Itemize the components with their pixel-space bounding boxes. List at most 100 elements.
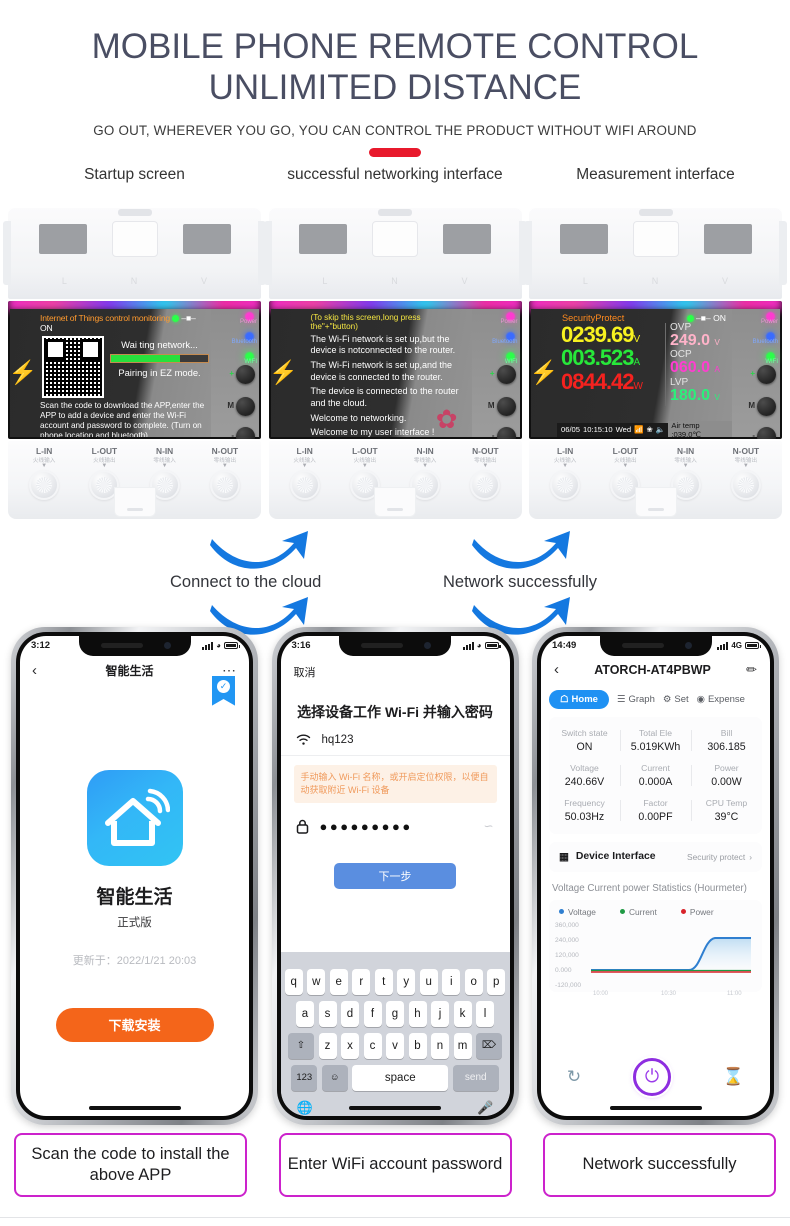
nav-title: 智能生活 [105,664,154,679]
device-interface-row[interactable]: ▦ Device Interface Security protect › [549,841,762,872]
shift-key[interactable]: ⇧ [288,1032,314,1059]
terminal-l-in: L-IN 火线输入 ▼ [18,446,70,500]
minus-button[interactable] [496,426,516,439]
key-m[interactable]: m [453,1032,472,1059]
emoji-key[interactable]: ☺ [321,1064,348,1091]
numbers-key[interactable]: 123 [291,1064,318,1091]
metric-current: Current 0.000A [620,758,691,793]
key-s[interactable]: s [318,1000,337,1027]
phone1-screen: 3:12 ◕ ‹ 智能生活 ⋯ ✓ 智能生活 正式版 更新于：2022/1/21… [20,635,249,1116]
m-button[interactable] [236,396,255,416]
key-h[interactable]: h [408,1000,427,1027]
metric-switch-state: Switch state ON [561,727,608,753]
key-l[interactable]: l [476,1000,494,1027]
tab-set[interactable]: ⚙ Set [663,694,689,705]
key-n[interactable]: n [431,1032,449,1059]
hourglass-icon[interactable]: ⌛ [723,1067,744,1087]
next-step-button[interactable]: 下一步 [334,862,456,889]
speaker-icon: 🔈 [655,425,666,435]
m-button[interactable] [496,396,516,416]
tab-expense[interactable]: ◉ Expense [697,694,745,705]
key-f[interactable]: f [363,1000,382,1027]
phone3-screen: 14:49 4G ‹ ATORCH-AT4PBWP ✏ ☖ Home ☰ Graph… [541,635,770,1116]
verified-check-icon: ✓ [217,679,230,693]
onscreen-keyboard[interactable]: q w e r t y u i o p a s d f g h j k l ⇧ … [280,951,510,1116]
key-b[interactable]: b [408,1032,427,1059]
limit-lvp: LVP 180.0 V [670,377,720,405]
timer-icon[interactable]: ↻ [567,1067,581,1087]
wifi-led-label: WIFI [765,358,778,365]
key-g[interactable]: g [386,1000,404,1027]
space-key[interactable]: space [352,1064,449,1091]
password-field[interactable]: ●●●●●●●●● ∽ [281,803,510,842]
globe-icon[interactable]: 🌐 [297,1100,313,1116]
plus-button[interactable] [236,364,255,384]
metrics-row: Frequency 50.03Hz Factor 0.00PF CPU Temp 39… [549,793,762,828]
cancel-button[interactable]: 取消 [281,656,510,680]
key-p[interactable]: p [487,968,506,995]
chevron-left-icon[interactable]: ‹ [554,661,559,678]
key-t[interactable]: t [374,968,393,995]
key-o[interactable]: o [464,968,483,995]
home-indicator[interactable] [349,1105,441,1110]
screw-terminal [550,469,581,500]
microphone-icon[interactable]: 🎤 [477,1100,493,1116]
ssid-field[interactable]: hq123 [280,722,510,756]
pencil-icon[interactable]: ✏ [746,662,757,678]
key-x[interactable]: x [341,1032,359,1059]
bolt-icon: ⚡ [8,359,38,386]
chevron-right-icon: › [749,851,752,862]
x-tick: 10:30 [661,990,677,997]
key-u[interactable]: u [419,968,438,995]
limit-ocp: OCP 060.0 A [670,349,720,377]
terminal-slot [443,223,491,254]
home-indicator[interactable] [88,1105,181,1110]
key-v[interactable]: v [386,1032,404,1059]
device-top-casing: LNV [263,206,527,299]
plus-button[interactable] [496,364,516,384]
key-c[interactable]: c [363,1032,382,1059]
minus-button[interactable] [236,426,255,439]
backspace-key[interactable]: ⌦ [476,1032,502,1059]
progress-fill [111,354,180,362]
tab-home[interactable]: ☖ Home [549,689,609,709]
wifi-setup-title: 选择设备工作 Wi-Fi 并输入密码 [297,703,493,720]
metric-frequency: Frequency 50.03Hz [564,797,605,823]
app-icon-smart-home [86,769,183,866]
send-key[interactable]: send [452,1064,499,1091]
tab-graph[interactable]: ☰ Graph [617,694,655,705]
ssid-value: hq123 [321,733,354,746]
key-e[interactable]: e [329,968,348,995]
eye-off-icon[interactable]: ∽ [483,819,493,833]
key-q[interactable]: q [284,968,303,995]
status-time: 14:49 [552,640,577,652]
plus-button[interactable] [757,364,776,384]
key-w[interactable]: w [307,968,326,995]
key-j[interactable]: j [431,1000,449,1027]
download-install-button[interactable]: 下载安装 [55,1007,214,1042]
device-top-casing: LNV [524,206,787,299]
device-caption: Startup screen [84,165,185,183]
key-i[interactable]: i [442,968,461,995]
bluetooth-icon: ❀ [646,425,653,435]
minus-button-label: - [231,430,234,439]
power-toggle-button[interactable]: ⏻ [633,1057,672,1096]
iot-title: Internet of Things control monitoring [40,312,171,323]
key-y[interactable]: y [397,968,416,995]
key-k[interactable]: k [453,1000,472,1027]
home-indicator[interactable] [609,1105,702,1110]
power-led-label: Power [500,318,518,325]
minus-button[interactable] [757,426,776,439]
triangle-icon: ▼ [482,462,489,469]
m-button[interactable] [757,396,776,416]
key-a[interactable]: a [296,1000,314,1027]
key-d[interactable]: d [341,1000,359,1027]
chart-plot-area: 360,000 240,000 120,000 0.000 -120,000 1… [555,922,756,997]
chart-legend: Voltage Current Power [555,907,756,917]
bottom-divider [0,1217,790,1218]
m-button-label: M [748,400,755,410]
network-type-label: 4G [731,641,742,651]
key-r[interactable]: r [352,968,371,995]
key-z[interactable]: z [318,1032,337,1059]
chevron-left-icon[interactable]: ‹ [32,662,37,679]
